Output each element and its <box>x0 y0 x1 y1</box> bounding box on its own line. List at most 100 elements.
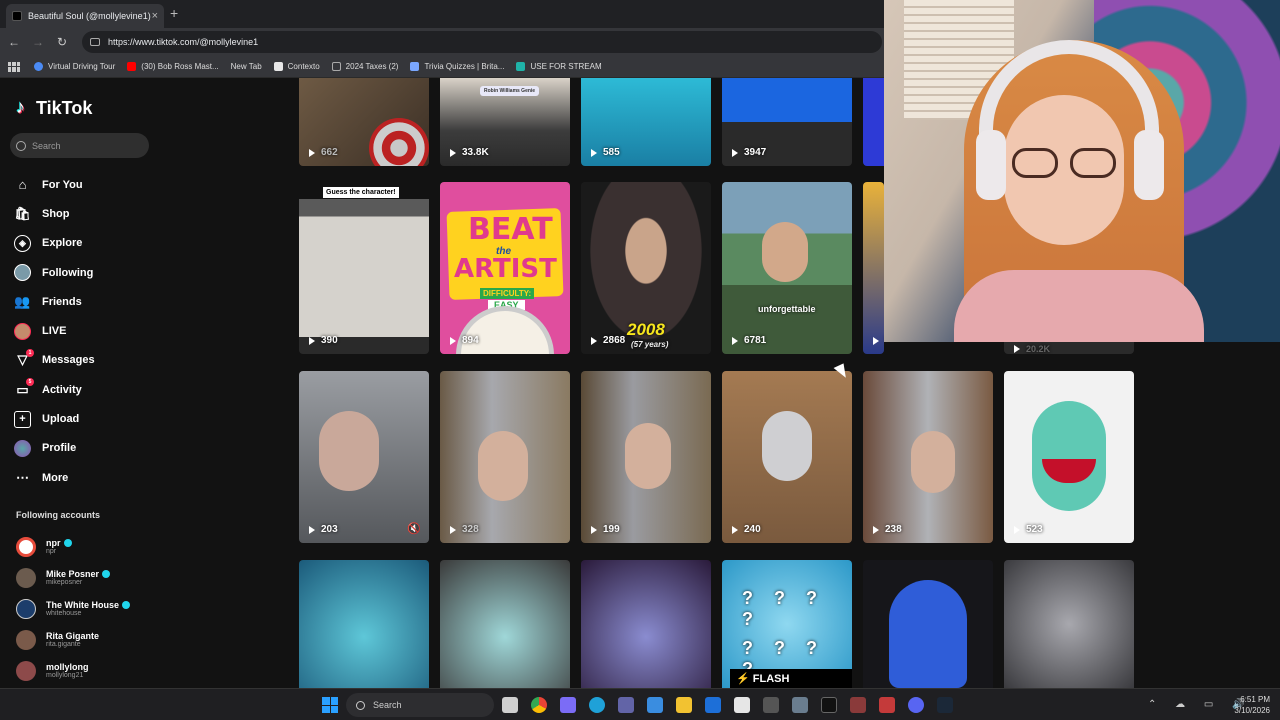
muted-speaker-icon[interactable]: 🔇 <box>407 522 421 535</box>
video-thumbnail[interactable]: 199 <box>581 371 711 543</box>
bookmark-folder-taxes[interactable]: 2024 Taxes (2) <box>331 62 398 71</box>
task-view-icon[interactable] <box>502 697 518 713</box>
video-thumbnail[interactable] <box>581 560 711 688</box>
view-count: 33.8K <box>450 147 489 158</box>
video-thumbnail[interactable]: 20.2K <box>1004 342 1134 354</box>
sidebar-item-shop[interactable]: 🛍 Shop <box>14 199 95 228</box>
back-button[interactable]: ← <box>4 35 24 49</box>
sidebar-item-friends[interactable]: 👥 Friends <box>14 287 95 316</box>
stream-icon <box>516 62 526 71</box>
windows-start-icon[interactable] <box>322 697 338 713</box>
account-item-white-house[interactable]: The White House whitehouse <box>16 593 131 624</box>
genie-face <box>1032 401 1106 511</box>
video-thumbnail[interactable] <box>440 560 570 688</box>
video-thumbnail[interactable]: 238 <box>863 371 993 543</box>
brand-name: TikTok <box>36 98 93 118</box>
account-item-npr[interactable]: npr npr <box>16 531 130 562</box>
file-explorer-icon[interactable] <box>676 697 692 713</box>
flash-label: ⚡ FLASH <box>730 669 852 688</box>
taskbar-search-label: Search <box>373 700 402 710</box>
bookmark-bob-ross[interactable]: (30) Bob Ross Mast... <box>127 62 219 71</box>
bookmark-use-for-stream[interactable]: USE FOR STREAM <box>516 62 602 71</box>
video-thumbnail[interactable]: 2008 (57 years) 2868 <box>581 182 711 354</box>
video-thumbnail[interactable] <box>863 78 884 166</box>
sidebar-item-live[interactable]: LIVE <box>14 316 95 345</box>
video-caption: (57 years) <box>631 340 669 349</box>
sidebar-item-more[interactable]: ⋯ More <box>14 463 95 492</box>
site-info-icon[interactable] <box>90 38 100 46</box>
sidebar-item-for-you[interactable]: ⌂ For You <box>14 170 95 199</box>
sidebar-item-activity[interactable]: ▭ 5 Activity <box>14 375 95 404</box>
outlook-icon[interactable] <box>705 697 721 713</box>
edge-icon[interactable] <box>589 697 605 713</box>
video-thumbnail[interactable]: Guess the character! 390 <box>299 182 429 354</box>
sidebar-item-messages[interactable]: ▽ 1 Messages <box>14 346 95 375</box>
home-icon: ⌂ <box>18 177 27 193</box>
m365-icon[interactable] <box>763 697 779 713</box>
tab-close-button[interactable]: × <box>152 10 158 22</box>
video-thumbnail[interactable]: 523 <box>1004 371 1134 543</box>
account-name: The White House <box>46 600 120 610</box>
address-bar[interactable]: https://www.tiktok.com/@mollylevine1 <box>82 31 882 53</box>
video-thumbnail[interactable]: 907 <box>863 182 884 354</box>
bookmark-trivia[interactable]: Trivia Quizzes | Brita... <box>410 62 504 71</box>
sidebar-item-upload[interactable]: + Upload <box>14 404 95 433</box>
app-icon[interactable] <box>792 697 808 713</box>
sidebar-item-profile[interactable]: Profile <box>14 434 95 463</box>
video-thumbnail[interactable]: 203 🔇 <box>299 371 429 543</box>
tab-title: Beautiful Soul (@mollylevine1) <box>28 11 151 21</box>
account-item-mike-posner[interactable]: Mike Posner mikeposner <box>16 562 130 593</box>
bookmark-contexto[interactable]: Contexto <box>273 62 320 71</box>
video-thumbnail[interactable] <box>1004 560 1134 688</box>
view-count: 523 <box>1014 524 1043 535</box>
face-shape <box>911 431 955 493</box>
bookmark-virtual-driving-tour[interactable]: Virtual Driving Tour <box>34 62 115 71</box>
globe-icon <box>34 62 43 71</box>
sidebar-item-following[interactable]: Following <box>14 258 95 287</box>
reload-button[interactable]: ↻ <box>52 35 72 49</box>
video-thumbnail[interactable]: 328 <box>440 371 570 543</box>
view-count: 2868 <box>591 335 625 346</box>
app-icon[interactable] <box>850 697 866 713</box>
steam-icon[interactable] <box>937 697 953 713</box>
notification-badge: 1 <box>26 348 34 357</box>
video-thumbnail[interactable]: ? ? ? ? ? ? ? ? ⚡ FLASH <box>722 560 852 688</box>
account-handle: mikeposner <box>46 579 83 586</box>
video-thumbnail[interactable] <box>863 560 993 688</box>
video-thumbnail[interactable]: Robin Williams Genie 33.8K <box>440 78 570 166</box>
apps-grid-icon[interactable] <box>8 61 20 72</box>
new-tab-button[interactable]: + <box>170 5 178 21</box>
video-thumbnail[interactable]: unforgettable 6781 <box>722 182 852 354</box>
notification-badge: 5 <box>26 378 34 387</box>
photos-icon[interactable] <box>647 697 663 713</box>
bookmark-new-tab[interactable]: New Tab <box>231 62 262 71</box>
video-thumbnail[interactable]: BEAT the ARTIST DIFFICULTY: EASY 894 <box>440 182 570 354</box>
video-caption: ? ? ? ? <box>742 588 825 629</box>
app-icon[interactable] <box>879 697 895 713</box>
sidebar-item-explore[interactable]: ◈ Explore <box>14 229 95 258</box>
teams-icon[interactable] <box>618 697 634 713</box>
account-item-mollylong[interactable]: mollylong mollylong21 <box>16 655 130 686</box>
menu-label: Explore <box>42 237 83 250</box>
avatar <box>16 660 36 681</box>
video-thumbnail[interactable]: 240 <box>722 371 852 543</box>
chrome-icon[interactable] <box>531 697 547 713</box>
forward-button[interactable]: → <box>28 35 48 49</box>
more-icon: ⋯ <box>16 469 29 485</box>
account-item-rita-gigante[interactable]: Rita Gigante rita.gigante <box>16 624 130 655</box>
clock[interactable]: 6:51 PM 3/10/2026 <box>1234 694 1270 716</box>
copilot-icon[interactable] <box>560 697 576 713</box>
store-icon[interactable] <box>734 697 750 713</box>
video-thumbnail[interactable]: 3947 <box>722 78 852 166</box>
tiktok-logo[interactable]: TikTok <box>16 97 93 119</box>
video-thumbnail[interactable]: 585 <box>581 78 711 166</box>
search-input[interactable]: Search <box>10 133 149 158</box>
avatar-icon <box>14 264 31 282</box>
capcut-icon[interactable] <box>821 697 837 713</box>
video-thumbnail[interactable] <box>299 560 429 688</box>
discord-icon[interactable] <box>908 697 924 713</box>
video-thumbnail[interactable]: 662 <box>299 78 429 166</box>
browser-tab[interactable]: Beautiful Soul (@mollylevine1) × <box>6 4 164 28</box>
taskbar-search[interactable]: Search <box>346 693 494 717</box>
compass-icon: ◈ <box>14 234 31 252</box>
